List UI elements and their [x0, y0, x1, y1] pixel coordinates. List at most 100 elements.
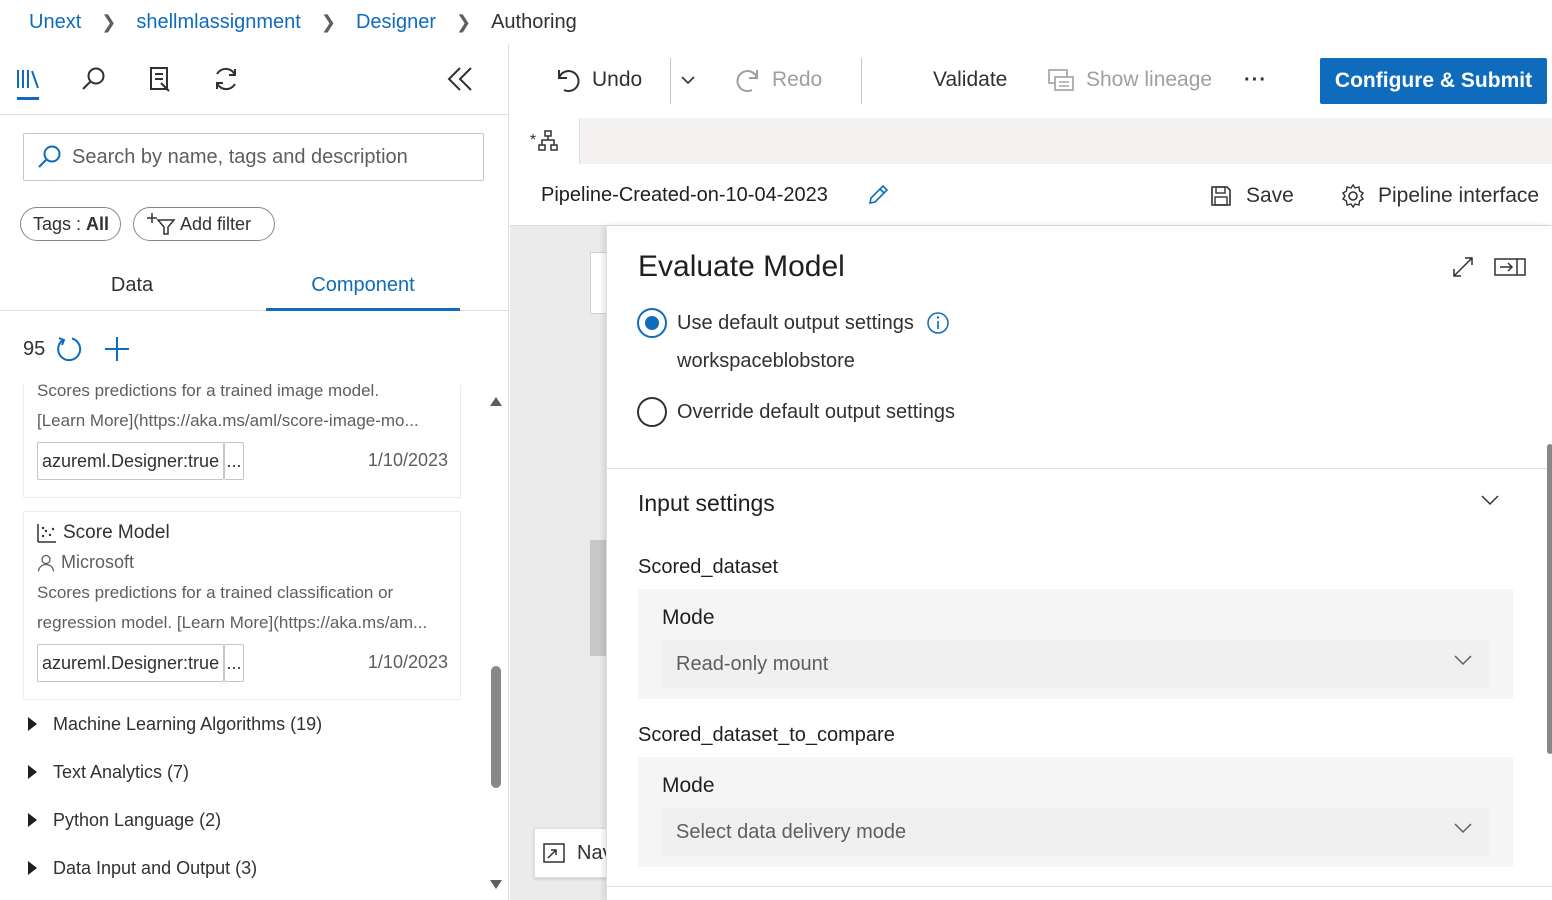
component-search-box[interactable]	[23, 133, 484, 181]
pipeline-canvas-tab[interactable]: *	[510, 118, 580, 164]
component-tag[interactable]: azureml.Designer:true	[37, 644, 225, 682]
chevron-right-icon: ❯	[320, 11, 336, 32]
chevron-down-icon[interactable]	[1480, 494, 1500, 506]
undo-label: Undo	[592, 68, 643, 91]
more-options-button[interactable]: ···	[1244, 58, 1267, 102]
breadcrumb-item-workspace[interactable]: shellmlassignment	[136, 11, 301, 34]
canvas-tab-strip: *	[510, 118, 1552, 164]
search-icon[interactable]	[79, 64, 109, 94]
tab-data[interactable]: Data	[35, 274, 229, 310]
category-text-analytics[interactable]: Text Analytics (7)	[28, 757, 189, 787]
pipeline-interface-label: Pipeline interface	[1378, 184, 1540, 207]
mode-dropdown-value: Read-only mount	[676, 652, 829, 675]
component-card-score-image-model[interactable]: Scores predictions for a trained image m…	[23, 381, 461, 498]
tab-unsaved-marker: *	[529, 132, 537, 149]
scrollbar-thumb[interactable]	[491, 666, 501, 788]
edit-pencil-icon[interactable]	[867, 184, 889, 206]
more-tags-button[interactable]: ...	[224, 644, 244, 682]
designer-toolbar: Undo Redo Validate Show lineage ··· Conf…	[510, 44, 1552, 118]
chevron-down-icon	[680, 75, 696, 85]
breadcrumb: Unext ❯ shellmlassignment ❯ Designer ❯ A…	[0, 0, 1552, 44]
chevron-down-icon	[1453, 822, 1473, 834]
search-icon	[36, 144, 62, 170]
active-tab-indicator	[266, 308, 460, 311]
pipeline-header: Pipeline-Created-on-10-04-2023 Save Pipe…	[510, 164, 1552, 226]
tags-filter-label: Tags :	[33, 213, 87, 234]
navigator-icon	[543, 843, 565, 863]
panel-title: Evaluate Model	[638, 250, 845, 283]
pipeline-canvas[interactable]	[510, 226, 620, 900]
component-title-text: Score Model	[63, 522, 170, 543]
mode-dropdown[interactable]: Select data delivery mode	[662, 808, 1489, 856]
refresh-icon[interactable]	[55, 335, 83, 363]
show-lineage-label: Show lineage	[1086, 68, 1213, 91]
add-filter-label: Add filter	[180, 213, 252, 234]
asset-icon[interactable]	[145, 64, 175, 94]
show-lineage-button[interactable]: Show lineage	[1048, 58, 1212, 102]
redo-button[interactable]: Redo	[736, 58, 822, 102]
breadcrumb-item-designer[interactable]: Designer	[356, 11, 436, 34]
add-filter-icon	[146, 212, 176, 236]
expand-icon[interactable]	[1446, 252, 1480, 282]
pipeline-title: Pipeline-Created-on-10-04-2023	[541, 184, 828, 206]
library-icon[interactable]	[13, 64, 43, 100]
person-icon	[37, 554, 55, 572]
tags-filter-pill[interactable]: Tags : All	[20, 207, 121, 241]
component-search-input[interactable]	[72, 145, 462, 169]
radio-button[interactable]	[637, 397, 667, 427]
save-button[interactable]: Save	[1210, 180, 1294, 212]
component-list-scrollbar[interactable]	[487, 384, 505, 900]
collapse-panel-icon[interactable]	[445, 64, 475, 94]
validate-button[interactable]: Validate	[933, 58, 1007, 102]
mode-dropdown-value: Select data delivery mode	[676, 820, 907, 843]
radio-button-checked[interactable]	[637, 308, 667, 338]
category-label: Data Input and Output (3)	[53, 857, 258, 878]
tab-component[interactable]: Component	[266, 274, 460, 310]
category-label: Text Analytics (7)	[53, 761, 190, 782]
undo-dropdown-button[interactable]	[680, 58, 696, 102]
override-output-option[interactable]: Override default output settings	[637, 397, 955, 427]
caret-right-icon	[28, 861, 37, 875]
category-python-language[interactable]: Python Language (2)	[28, 805, 221, 835]
category-label: Python Language (2)	[53, 809, 222, 830]
component-card-score-model[interactable]: Score Model Microsoft Scores predictions…	[23, 511, 461, 700]
scatter-chart-icon	[37, 523, 57, 543]
tags-filter-value: All	[86, 213, 110, 234]
datastore-value: workspaceblobstore	[677, 350, 855, 372]
dock-panel-icon[interactable]	[1493, 252, 1527, 282]
field-label-scored-dataset-to-compare: Scored_dataset_to_compare	[638, 724, 895, 746]
refresh-icon[interactable]	[211, 64, 241, 94]
save-label: Save	[1246, 184, 1294, 207]
breadcrumb-item-workspace-org[interactable]: Unext	[29, 11, 81, 34]
configure-submit-button[interactable]: Configure & Submit	[1320, 58, 1547, 104]
use-default-output-option[interactable]: Use default output settings	[637, 308, 950, 338]
info-icon[interactable]	[926, 311, 950, 335]
category-data-input-output[interactable]: Data Input and Output (3)	[28, 853, 257, 883]
caret-right-icon	[28, 813, 37, 827]
component-date: 1/10/2023	[367, 652, 448, 672]
component-details-panel: Evaluate Model Use default output settin…	[606, 226, 1552, 900]
chevron-right-icon: ❯	[456, 11, 472, 32]
use-default-output-label: Use default output settings	[677, 311, 914, 334]
mode-section: Mode Select data delivery mode	[638, 757, 1513, 867]
component-description: Scores predictions for a trained image m…	[37, 381, 380, 400]
undo-icon	[556, 67, 580, 93]
pipeline-interface-button[interactable]: Pipeline interface	[1340, 180, 1539, 212]
undo-button[interactable]: Undo	[556, 58, 642, 102]
category-machine-learning-algorithms[interactable]: Machine Learning Algorithms (19)	[28, 709, 322, 739]
mode-section: Mode Read-only mount	[638, 589, 1513, 699]
component-count-row: 95	[23, 334, 131, 364]
asset-library-panel: Tags : All Add filter Data Component 95 …	[0, 44, 509, 900]
add-filter-button[interactable]: Add filter	[133, 207, 275, 241]
component-author-text: Microsoft	[61, 552, 135, 572]
lineage-icon	[1048, 68, 1074, 92]
gear-icon	[1340, 183, 1366, 209]
save-icon	[1210, 185, 1232, 207]
panel-scrollbar-thumb[interactable]	[1547, 444, 1552, 754]
input-settings-header[interactable]: Input settings	[638, 490, 775, 517]
mode-dropdown[interactable]: Read-only mount	[662, 640, 1489, 688]
pipeline-graph-icon	[537, 130, 559, 152]
add-icon[interactable]	[103, 335, 131, 363]
component-tag[interactable]: azureml.Designer:true	[37, 442, 225, 480]
more-tags-button[interactable]: ...	[224, 442, 244, 480]
